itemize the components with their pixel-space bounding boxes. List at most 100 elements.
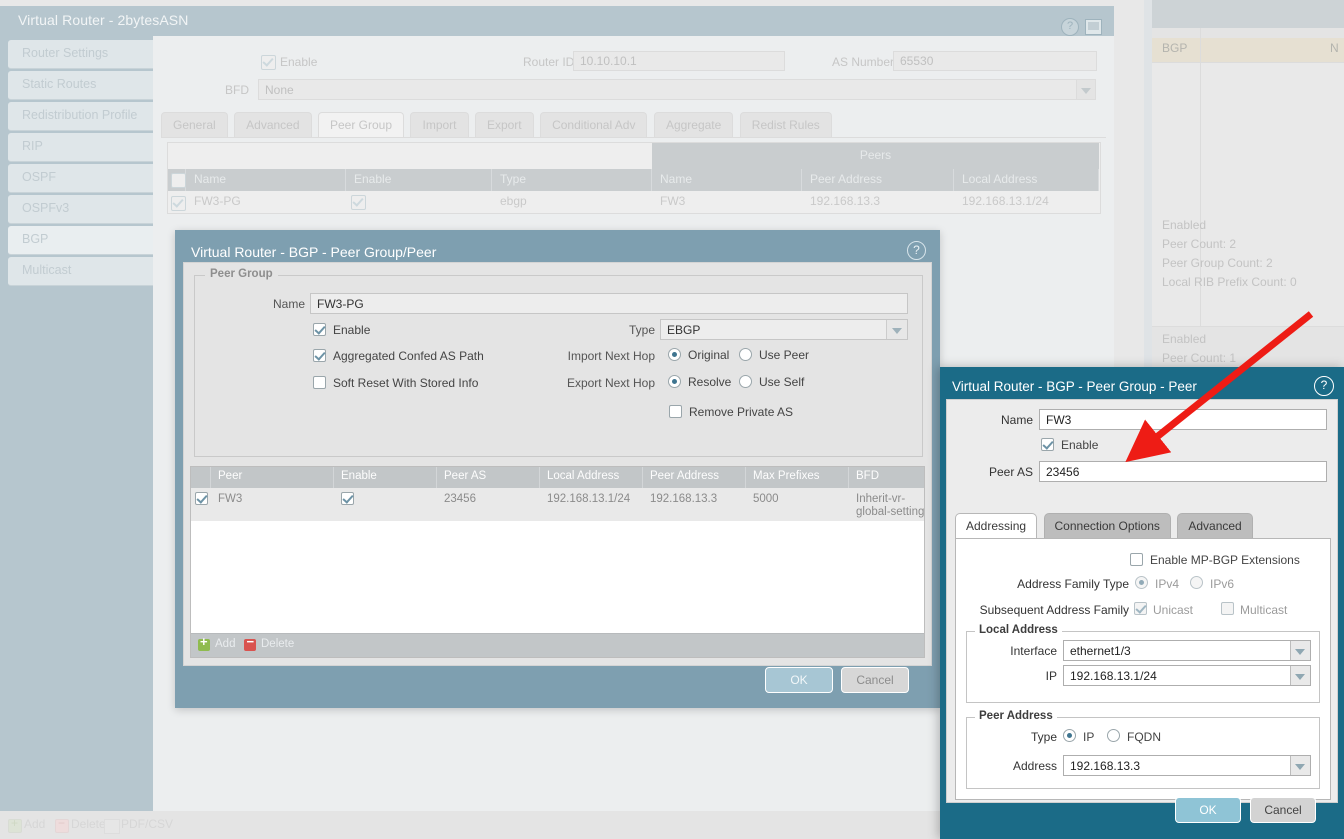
tab-conditional-adv[interactable]: Conditional Adv	[540, 112, 647, 138]
column-label: Enable	[341, 470, 377, 482]
aggregated-confed-as-path-label: Aggregated Confed AS Path	[333, 349, 484, 363]
subsequent-multicast-checkbox[interactable]	[1221, 602, 1234, 615]
pdf-csv-button[interactable]: PDF/CSV	[121, 817, 173, 831]
sidebar-item-router-settings[interactable]: Router Settings	[8, 40, 153, 69]
col-local-address: Local Address	[540, 467, 643, 488]
local-address-legend: Local Address	[975, 624, 1062, 636]
enable-checkbox[interactable]	[1041, 438, 1054, 451]
ok-button[interactable]: OK	[1175, 797, 1241, 823]
panel-top-strip	[1152, 0, 1344, 28]
sidebar-item-multicast[interactable]: Multicast	[8, 257, 153, 286]
sidebar-item-ospf[interactable]: OSPF	[8, 164, 153, 193]
add-icon[interactable]	[198, 639, 210, 651]
help-icon[interactable]: ?	[1061, 18, 1079, 36]
bfd-dropdown[interactable]: None	[258, 79, 1096, 100]
help-icon[interactable]: ?	[1314, 376, 1334, 396]
tab-advanced[interactable]: Advanced	[1177, 513, 1252, 539]
sidebar-item-bgp[interactable]: BGP	[8, 226, 153, 255]
import-next-hop-original-label: Original	[688, 348, 729, 362]
tab-redist-rules[interactable]: Redist Rules	[740, 112, 832, 138]
peer-as-input[interactable]: 23456	[1039, 461, 1327, 482]
soft-reset-checkbox[interactable]	[313, 376, 326, 389]
tab-addressing[interactable]: Addressing	[955, 513, 1037, 539]
type-dropdown[interactable]: EBGP	[660, 319, 908, 340]
minimize-icon[interactable]	[1085, 19, 1102, 35]
table-group-header-peers: Peers	[652, 143, 1099, 169]
panel-text: Peer Group Count: 2	[1162, 254, 1273, 272]
tab-advanced[interactable]: Advanced	[234, 112, 311, 138]
router-id-input[interactable]: 10.10.10.1	[573, 51, 785, 71]
peer-address-legend: Peer Address	[975, 710, 1057, 722]
import-next-hop-label: Import Next Hop	[525, 349, 655, 363]
sidebar-item-ospfv3[interactable]: OSPFv3	[8, 195, 153, 224]
enable-checkbox[interactable]	[261, 55, 276, 70]
address-family-ipv6-radio[interactable]	[1190, 576, 1203, 589]
peer-address-fieldset: Peer Address Type IP FQDN Address 192.16…	[966, 717, 1320, 789]
interface-dropdown[interactable]: ethernet1/3	[1063, 640, 1311, 661]
add-button[interactable]: Add	[215, 638, 235, 650]
tab-general[interactable]: General	[161, 112, 228, 138]
sidebar-item-label: RIP	[22, 139, 43, 153]
cancel-button[interactable]: Cancel	[841, 667, 909, 693]
import-next-hop-original-radio[interactable]	[668, 348, 681, 361]
col-peer-as: Peer AS	[437, 467, 540, 488]
table-row[interactable]: FW3 23456 192.168.13.1/24 192.168.13.3 5…	[191, 488, 924, 521]
enable-mp-bgp-checkbox[interactable]	[1130, 553, 1143, 566]
tab-import[interactable]: Import	[410, 112, 468, 138]
export-next-hop-use-self-radio[interactable]	[739, 375, 752, 388]
enable-checkbox[interactable]	[313, 323, 326, 336]
remove-private-as-checkbox[interactable]	[669, 405, 682, 418]
peer-group-legend: Peer Group	[205, 268, 278, 280]
cancel-button[interactable]: Cancel	[1250, 797, 1316, 823]
ip-value: 192.168.13.1/24	[1070, 669, 1157, 683]
column-label: Local Address	[962, 172, 1037, 186]
column-label: Peer	[218, 470, 242, 482]
row-select-checkbox[interactable]	[171, 196, 186, 211]
select-all-checkbox[interactable]	[171, 173, 186, 188]
tab-label: Aggregate	[655, 113, 732, 132]
select-all-column[interactable]	[191, 467, 211, 488]
peer-type-label: Type	[977, 730, 1057, 744]
remove-private-as-label: Remove Private AS	[689, 405, 793, 419]
tab-peer-group[interactable]: Peer Group	[318, 112, 404, 138]
peer-group-name-input[interactable]: FW3-PG	[310, 293, 908, 314]
export-next-hop-resolve-radio[interactable]	[668, 375, 681, 388]
peer-table: Peer Enable Peer AS Local Address Peer A…	[190, 466, 925, 658]
aggregated-confed-as-path-checkbox[interactable]	[313, 349, 326, 362]
peer-table-header: Peer Enable Peer AS Local Address Peer A…	[191, 467, 924, 488]
chevron-down-icon	[1076, 80, 1095, 99]
add-button[interactable]: Add	[24, 817, 45, 831]
address-value: 192.168.13.3	[1070, 759, 1140, 773]
cell-enable-checkbox	[351, 195, 366, 210]
row-select-checkbox[interactable]	[195, 492, 208, 505]
pdf-csv-icon[interactable]	[104, 819, 120, 834]
import-next-hop-use-peer-radio[interactable]	[739, 348, 752, 361]
delete-icon[interactable]	[55, 819, 69, 833]
sidebar-item-static-routes[interactable]: Static Routes	[8, 71, 153, 100]
cell-local-address: 192.168.13.1/24	[547, 493, 630, 506]
export-next-hop-resolve-label: Resolve	[688, 375, 731, 389]
help-icon[interactable]: ?	[907, 241, 926, 260]
interface-label: Interface	[977, 644, 1057, 658]
delete-icon[interactable]	[244, 639, 256, 651]
sidebar-item-rip[interactable]: RIP	[8, 133, 153, 162]
address-dropdown[interactable]: 192.168.13.3	[1063, 755, 1311, 776]
peer-name-input[interactable]: FW3	[1039, 409, 1327, 430]
tab-label: Peer Group	[319, 113, 403, 132]
ip-dropdown[interactable]: 192.168.13.1/24	[1063, 665, 1311, 686]
tab-export[interactable]: Export	[475, 112, 534, 138]
tab-connection-options[interactable]: Connection Options	[1044, 513, 1171, 539]
ok-button[interactable]: OK	[765, 667, 833, 693]
address-family-ipv4-radio[interactable]	[1135, 576, 1148, 589]
tab-aggregate[interactable]: Aggregate	[654, 112, 733, 138]
delete-button[interactable]: Delete	[261, 638, 294, 650]
panel-column-header: BGP N	[1152, 38, 1344, 62]
add-icon[interactable]	[8, 819, 22, 833]
sidebar-item-redistribution-profile[interactable]: Redistribution Profile	[8, 102, 153, 131]
peer-type-ip-radio[interactable]	[1063, 729, 1076, 742]
sidebar-item-label: OSPFv3	[22, 201, 69, 215]
subsequent-unicast-checkbox[interactable]	[1134, 602, 1147, 615]
as-number-input[interactable]: 65530	[893, 51, 1097, 71]
peer-type-fqdn-radio[interactable]	[1107, 729, 1120, 742]
delete-button[interactable]: Delete	[71, 817, 106, 831]
